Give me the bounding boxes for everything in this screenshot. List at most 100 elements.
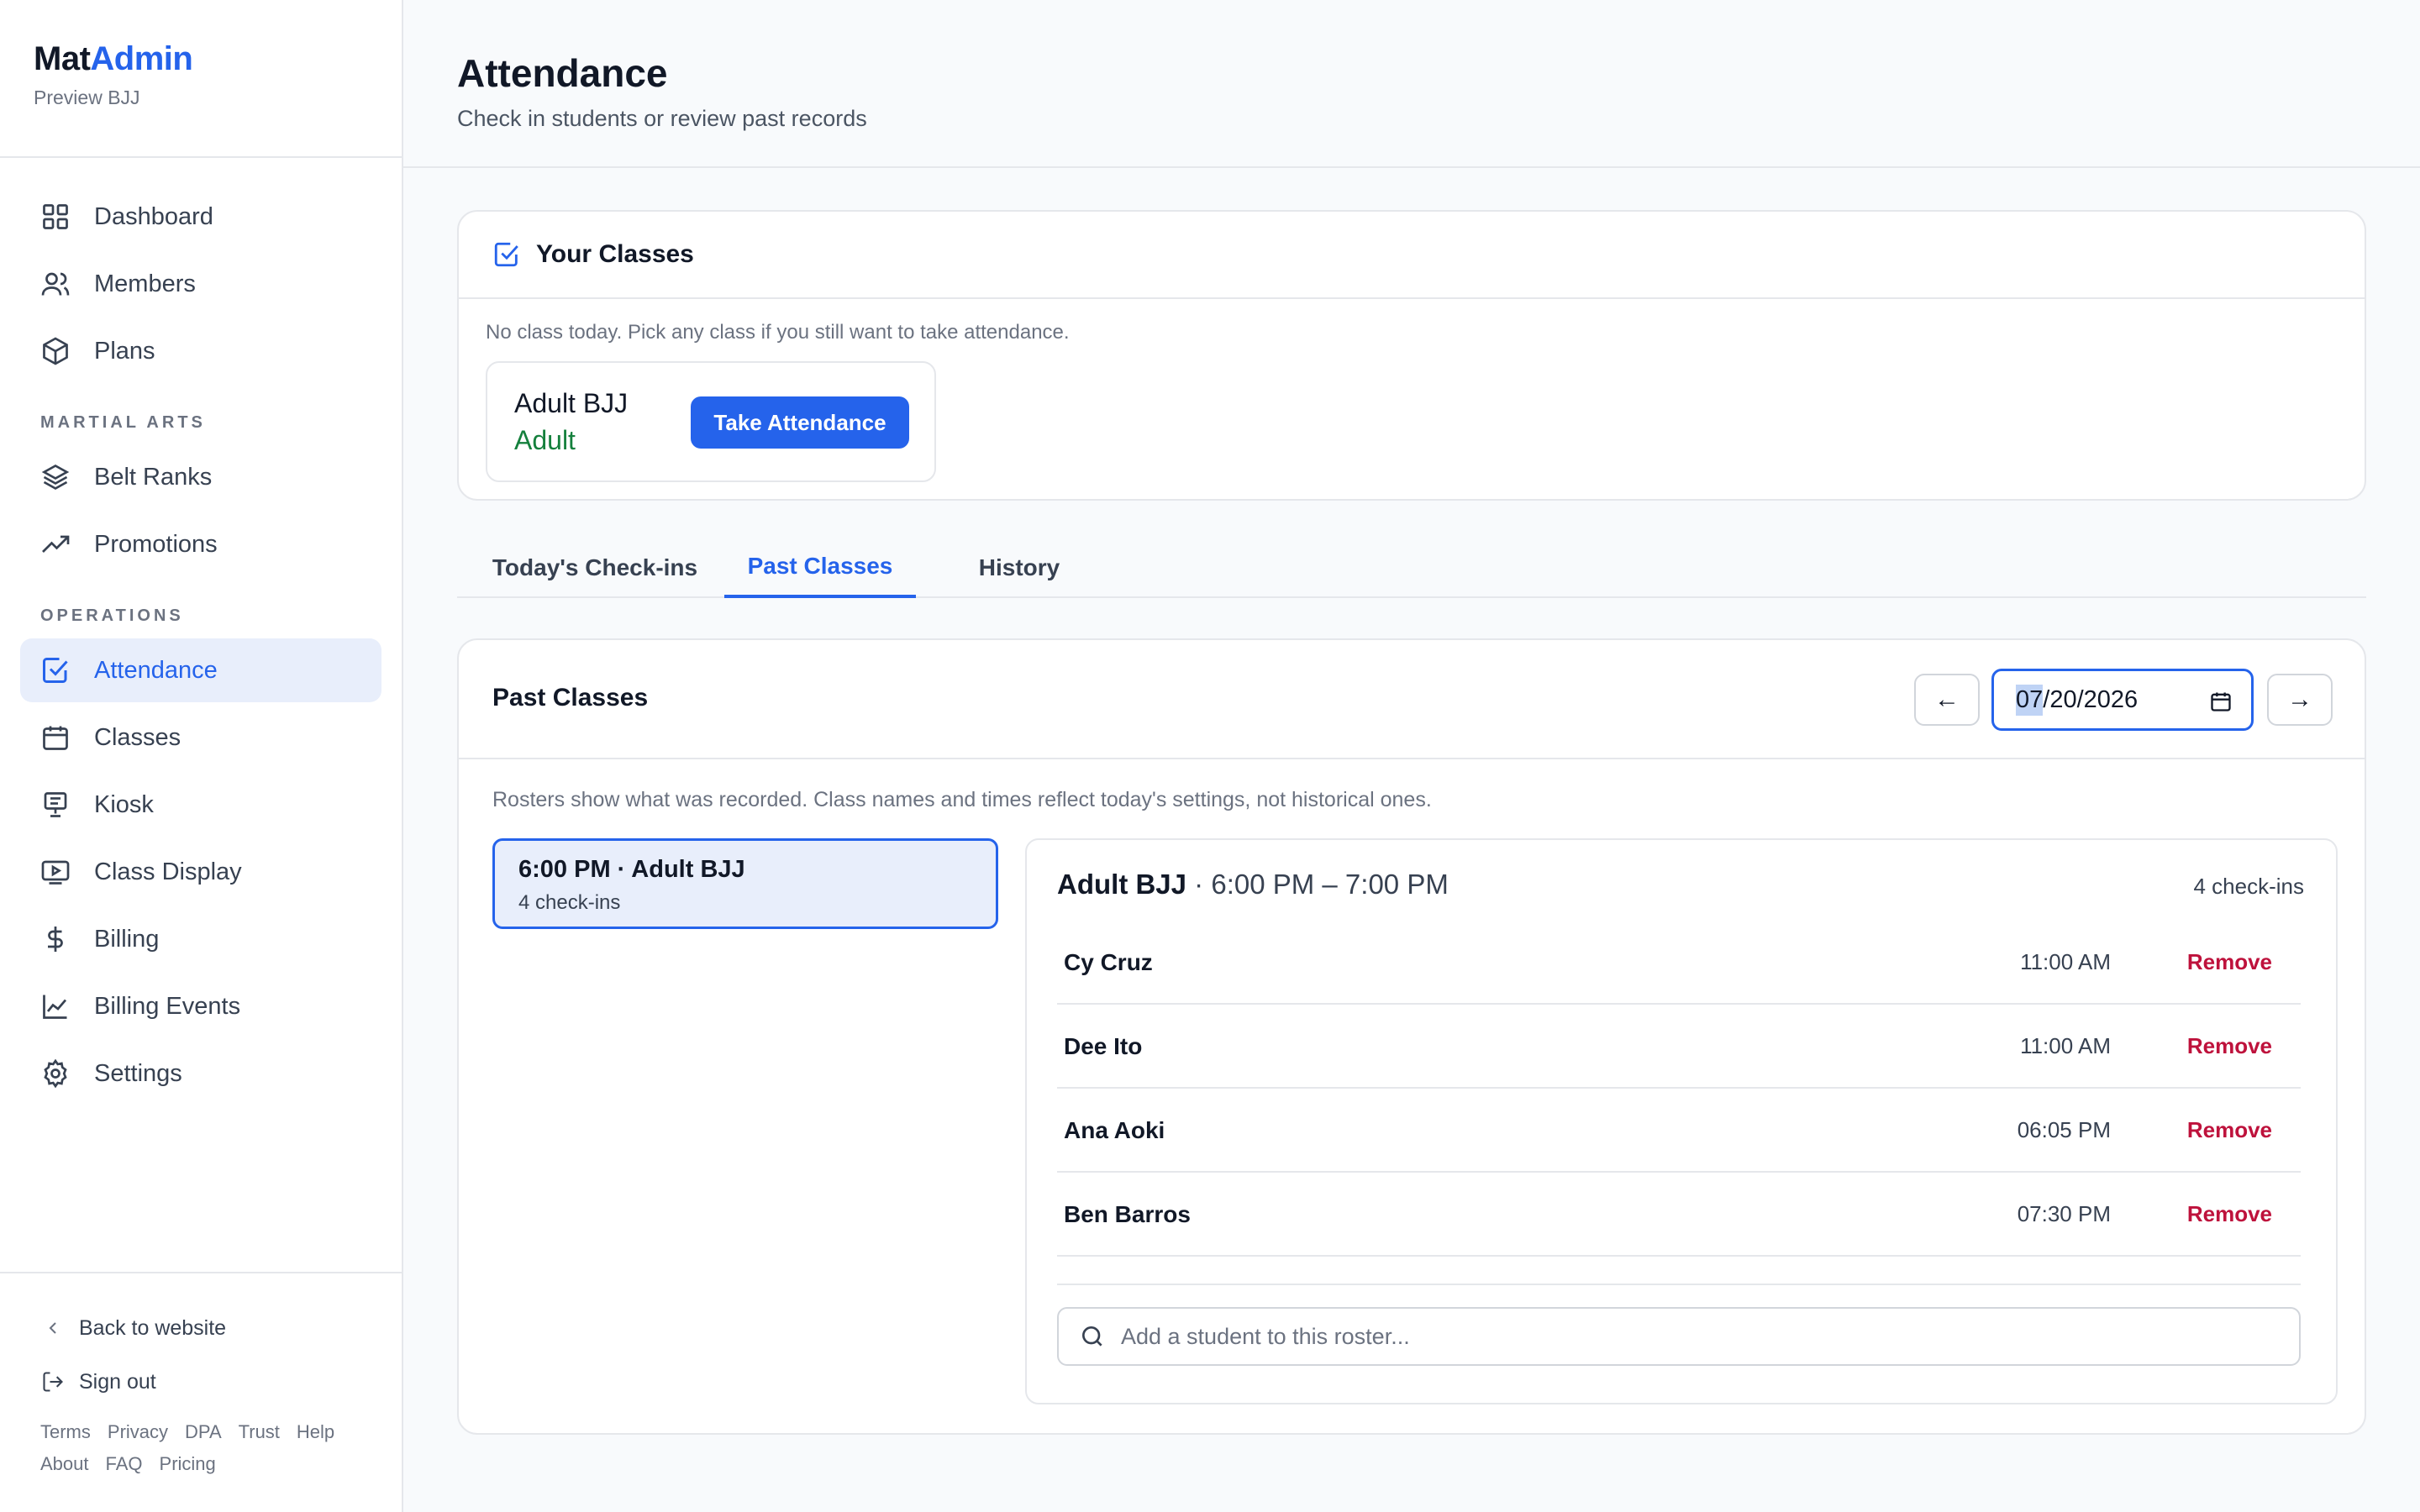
check-in-time: 07:30 PM [2017, 1201, 2111, 1226]
check-in-time: 11:00 AM [2020, 1033, 2111, 1058]
past-class-item-selected[interactable]: 6:00 PM · Adult BJJ 4 check-ins [492, 838, 998, 929]
chart-line-icon [40, 991, 71, 1021]
back-to-website-link[interactable]: Back to website [40, 1315, 226, 1341]
sidebar: MatAdmin Preview BJJ Dashboard Members P… [0, 0, 403, 1512]
student-name: Dee Ito [1064, 1033, 1143, 1059]
check-in-time: 06:05 PM [2017, 1117, 2111, 1142]
sign-out-label: Sign out [79, 1369, 156, 1394]
past-class-item-title: 6:00 PM · Adult BJJ [518, 856, 745, 883]
add-student-input[interactable] [1121, 1323, 2264, 1350]
remove-button[interactable]: Remove [2187, 1117, 2272, 1143]
footer-link-terms[interactable]: Terms [40, 1421, 91, 1443]
trending-up-icon [40, 529, 71, 559]
your-classes-header: Your Classes [459, 212, 2365, 299]
remove-button[interactable]: Remove [2187, 949, 2272, 975]
display-icon [40, 857, 71, 887]
footer-link-about[interactable]: About [40, 1453, 89, 1475]
sidebar-item-label: Billing Events [94, 992, 241, 1020]
sidebar-item-class-display[interactable]: Class Display [20, 840, 381, 904]
sidebar-item-attendance[interactable]: Attendance [20, 638, 381, 702]
brand[interactable]: MatAdmin Preview BJJ [34, 40, 193, 109]
brand-logo: MatAdmin [34, 40, 193, 78]
roster-panel: Adult BJJ · 6:00 PM – 7:00 PM 4 check-in… [1025, 838, 2338, 1404]
gym-name: Preview BJJ [34, 87, 140, 108]
previous-date-button[interactable]: ← [1914, 674, 1980, 726]
tab-past-classes[interactable]: Past Classes [724, 538, 916, 598]
grid-icon [40, 202, 71, 232]
page-subtitle: Check in students or review past records [457, 106, 867, 131]
check-square-icon [492, 240, 521, 269]
sidebar-item-label: Promotions [94, 530, 218, 558]
sidebar-item-classes[interactable]: Classes [20, 706, 381, 769]
users-icon [40, 269, 71, 299]
sign-out-icon [40, 1369, 66, 1394]
sidebar-item-promotions[interactable]: Promotions [20, 512, 381, 576]
sidebar-item-kiosk[interactable]: Kiosk [20, 773, 381, 837]
next-date-button[interactable]: → [2267, 674, 2333, 726]
footer-link-privacy[interactable]: Privacy [108, 1421, 168, 1443]
tab-todays-check-ins[interactable]: Today's Check-ins [487, 538, 702, 598]
footer-link-trust[interactable]: Trust [239, 1421, 280, 1443]
roster-time-range: · 6:00 PM – 7:00 PM [1186, 869, 1449, 900]
kiosk-icon [40, 790, 71, 820]
sidebar-item-belt-ranks[interactable]: Belt Ranks [20, 445, 381, 509]
remove-button[interactable]: Remove [2187, 1201, 2272, 1227]
sidebar-item-plans[interactable]: Plans [20, 319, 381, 383]
dollar-icon [40, 924, 71, 954]
footer-links-row-2: About FAQ Pricing [40, 1453, 216, 1475]
footer-links-row-1: Terms Privacy DPA Trust Help [40, 1421, 334, 1443]
student-name: Ana Aoki [1064, 1117, 1165, 1143]
roster-row: Dee Ito 11:00 AM Remove [1057, 1005, 2301, 1089]
student-name: Cy Cruz [1064, 949, 1153, 975]
add-student-field[interactable] [1057, 1307, 2301, 1366]
sidebar-item-label: Settings [94, 1059, 182, 1087]
brand-name-part2: Admin [90, 40, 193, 77]
section-label-martial-arts: MARTIAL ARTS [40, 413, 206, 432]
calendar-icon[interactable] [2209, 690, 2233, 713]
layers-icon [40, 462, 71, 492]
section-label-operations: OPERATIONS [40, 606, 184, 625]
page-header: Attendance Check in students or review p… [403, 0, 2420, 168]
roster-divider [1057, 1284, 2301, 1285]
sidebar-item-label: Dashboard [94, 202, 213, 230]
sidebar-item-dashboard[interactable]: Dashboard [20, 185, 381, 249]
class-tile-level: Adult [514, 425, 576, 455]
footer-link-faq[interactable]: FAQ [106, 1453, 143, 1475]
footer-link-pricing[interactable]: Pricing [160, 1453, 216, 1475]
student-name: Ben Barros [1064, 1201, 1191, 1227]
sidebar-item-label: Kiosk [94, 790, 154, 818]
sidebar-item-label: Members [94, 270, 196, 297]
tab-history[interactable]: History [946, 538, 1092, 598]
your-classes-card: Your Classes No class today. Pick any cl… [457, 210, 2366, 501]
sidebar-item-billing-events[interactable]: Billing Events [20, 974, 381, 1038]
past-classes-title: Past Classes [492, 684, 649, 711]
roster-heading: Adult BJJ · 6:00 PM – 7:00 PM [1057, 869, 1449, 900]
back-to-website-label: Back to website [79, 1315, 227, 1340]
date-picker-input[interactable]: 07/20/2026 [1991, 669, 2254, 731]
sidebar-item-label: Class Display [94, 858, 242, 885]
sidebar-item-label: Plans [94, 337, 155, 365]
roster-row: Ben Barros 07:30 PM Remove [1057, 1173, 2301, 1257]
sidebar-divider [0, 156, 402, 158]
calendar-icon [40, 722, 71, 753]
take-attendance-button[interactable]: Take Attendance [691, 396, 909, 449]
sidebar-footer-divider [0, 1272, 402, 1273]
roster-check-in-count: 4 check-ins [2193, 874, 2305, 899]
box-icon [40, 336, 71, 366]
class-tile-name: Adult BJJ [514, 388, 629, 418]
sidebar-item-settings[interactable]: Settings [20, 1042, 381, 1105]
remove-button[interactable]: Remove [2187, 1033, 2272, 1059]
sign-out-button[interactable]: Sign out [40, 1369, 156, 1394]
check-in-time: 11:00 AM [2020, 949, 2111, 974]
sidebar-item-billing[interactable]: Billing [20, 907, 381, 971]
sidebar-item-members[interactable]: Members [20, 252, 381, 316]
sidebar-item-label: Belt Ranks [94, 463, 213, 491]
chevron-left-icon [40, 1315, 66, 1341]
sidebar-item-label: Billing [94, 925, 160, 953]
past-class-item-count: 4 check-ins [518, 891, 621, 914]
footer-link-help[interactable]: Help [297, 1421, 334, 1443]
date-rest-segment: /20/2026 [2043, 685, 2139, 713]
past-classes-card: Past Classes ← 07/20/2026 → Rosters show… [457, 638, 2366, 1435]
search-icon [1079, 1323, 1106, 1350]
footer-link-dpa[interactable]: DPA [185, 1421, 222, 1443]
